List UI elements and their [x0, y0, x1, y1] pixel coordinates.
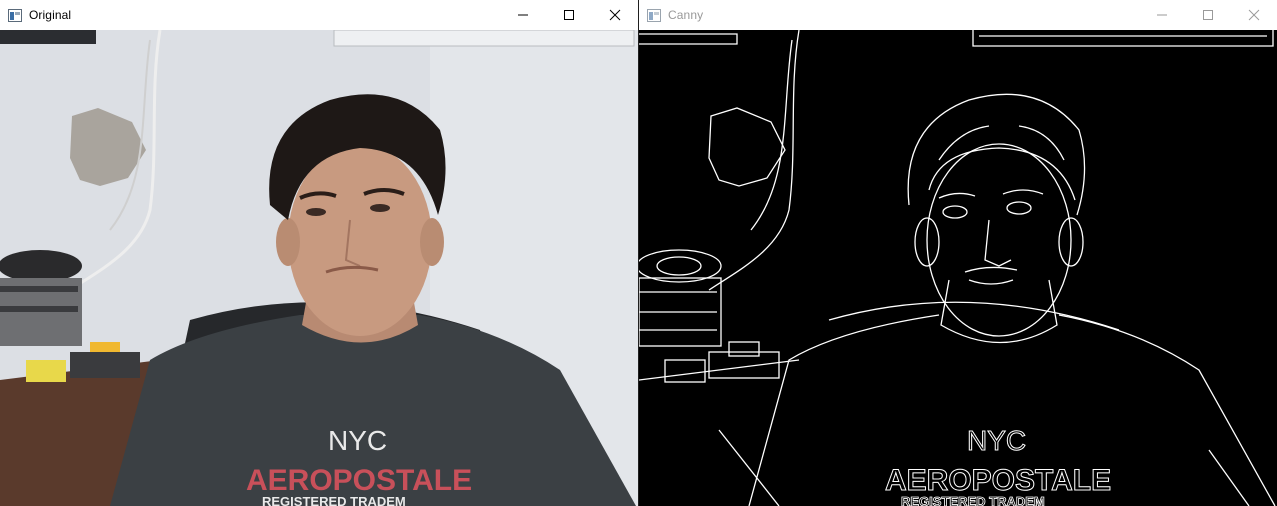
- shirt-nyc-text: NYC: [967, 425, 1026, 456]
- maximize-button[interactable]: [546, 0, 592, 30]
- maximize-icon: [564, 10, 574, 20]
- minimize-icon: [518, 14, 528, 16]
- close-button[interactable]: [592, 0, 638, 30]
- original-window[interactable]: Original NYC AEROPOSTALE REGISTERED TRAD…: [0, 0, 638, 506]
- canny-window[interactable]: Canny NYC AEROPOSTALE REGISTERED TRADEM: [639, 0, 1277, 506]
- window-app-icon: [7, 7, 23, 23]
- webcam-image: NYC AEROPOSTALE REGISTERED TRADEM: [0, 30, 638, 506]
- close-icon: [1248, 9, 1260, 21]
- shirt-nyc-text: NYC: [328, 425, 387, 456]
- close-icon: [609, 9, 621, 21]
- shirt-aeropostale-text: AEROPOSTALE: [246, 464, 472, 497]
- minimize-icon: [1157, 14, 1167, 16]
- maximize-icon: [1203, 10, 1213, 20]
- canny-edges-frame: NYC AEROPOSTALE REGISTERED TRADEM: [639, 30, 1277, 506]
- shirt-registered-text: REGISTERED TRADEM: [901, 494, 1045, 506]
- webcam-frame: NYC AEROPOSTALE REGISTERED TRADEM: [0, 30, 638, 506]
- close-button[interactable]: [1231, 0, 1277, 30]
- maximize-button[interactable]: [1185, 0, 1231, 30]
- canny-edges-image: NYC AEROPOSTALE REGISTERED TRADEM: [639, 30, 1277, 506]
- canny-titlebar[interactable]: Canny: [639, 0, 1277, 30]
- minimize-button[interactable]: [500, 0, 546, 30]
- original-titlebar[interactable]: Original: [0, 0, 638, 30]
- shirt-registered-text: REGISTERED TRADEM: [262, 494, 406, 506]
- window-title: Original: [29, 8, 72, 22]
- window-app-icon: [646, 7, 662, 23]
- window-title: Canny: [668, 8, 704, 22]
- minimize-button[interactable]: [1139, 0, 1185, 30]
- shirt-aeropostale-text: AEROPOSTALE: [885, 464, 1111, 497]
